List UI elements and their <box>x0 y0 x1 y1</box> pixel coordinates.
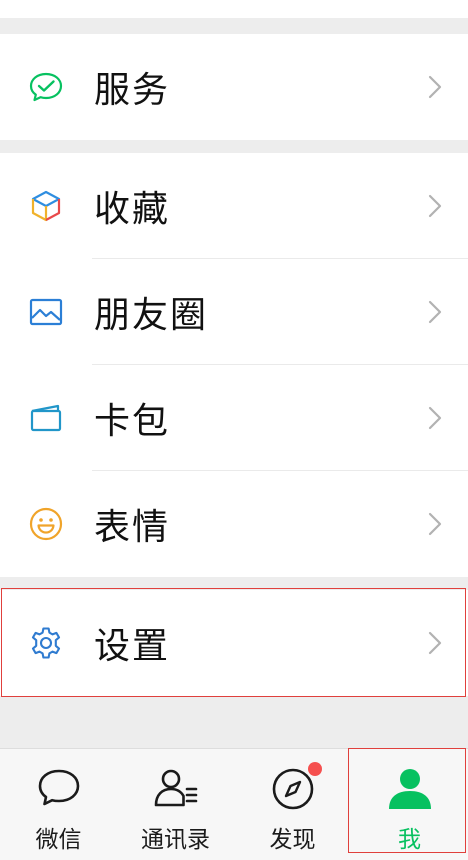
menu-row-card-wallet[interactable]: 卡包 <box>0 365 468 471</box>
menu-row-label: 服务 <box>94 70 171 111</box>
chevron-right-icon <box>428 631 442 655</box>
tab-chats[interactable]: 微信 <box>0 749 117 860</box>
sticker-icon <box>28 506 64 542</box>
menu-row-label: 朋友圈 <box>94 295 209 336</box>
menu-group-main: 收藏 朋友圈 卡包 表情 <box>0 153 468 577</box>
menu-row-label: 卡包 <box>94 401 171 442</box>
menu-row-label: 收藏 <box>94 189 171 230</box>
bottom-tab-bar: 微信 通讯录 发现 我 <box>0 748 468 860</box>
menu-group-settings: 设置 <box>0 590 468 696</box>
chevron-right-icon <box>428 406 442 430</box>
menu-row-stickers[interactable]: 表情 <box>0 471 468 577</box>
settings-icon <box>28 625 64 661</box>
tab-discover[interactable]: 发现 <box>234 749 351 860</box>
new-moments-badge-dot <box>308 762 322 776</box>
menu-row-label: 表情 <box>94 507 171 548</box>
chevron-right-icon <box>428 512 442 536</box>
contacts-icon <box>151 765 201 813</box>
menu-row-favorites[interactable]: 收藏 <box>0 153 468 259</box>
top-strip <box>0 0 468 18</box>
favorites-icon <box>28 188 64 224</box>
menu-row-moments[interactable]: 朋友圈 <box>0 259 468 365</box>
moments-icon <box>28 294 64 330</box>
tab-contacts[interactable]: 通讯录 <box>117 749 234 860</box>
chevron-right-icon <box>428 194 442 218</box>
menu-row-settings[interactable]: 设置 <box>0 590 468 696</box>
service-icon <box>28 69 64 105</box>
card-wallet-icon <box>28 400 64 436</box>
menu-row-service[interactable]: 服务 <box>0 34 468 140</box>
tab-me[interactable]: 我 <box>351 749 468 860</box>
tab-label: 通讯录 <box>141 827 210 853</box>
chevron-right-icon <box>428 300 442 324</box>
menu-group-service: 服务 <box>0 34 468 140</box>
menu-row-label: 设置 <box>94 626 171 667</box>
tab-label: 发现 <box>269 827 316 853</box>
tab-label: 微信 <box>35 827 82 853</box>
chevron-right-icon <box>428 75 442 99</box>
chat-bubble-icon <box>34 765 84 813</box>
tab-label: 我 <box>398 827 421 853</box>
me-person-icon <box>385 765 435 813</box>
